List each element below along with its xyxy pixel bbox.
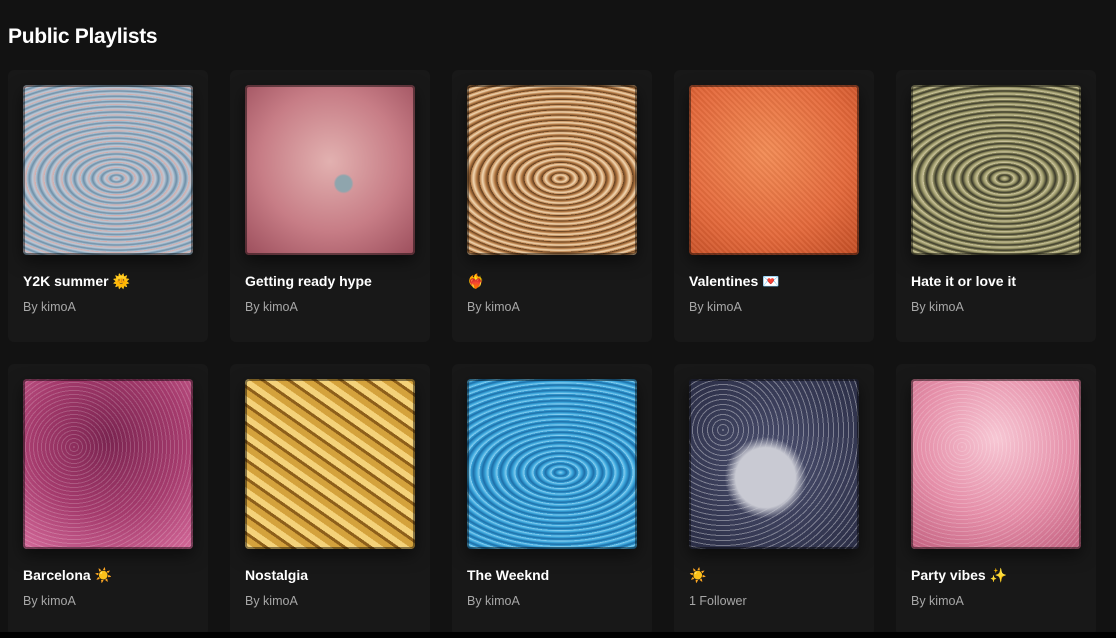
bottom-edge-divider: [0, 632, 1116, 638]
playlist-title[interactable]: The Weeknd: [467, 567, 637, 583]
playlist-title[interactable]: Valentines 💌: [689, 273, 859, 290]
playlist-card[interactable]: Valentines 💌 By kimoA: [674, 70, 874, 342]
playlist-owner: By kimoA: [467, 594, 520, 608]
playlist-card[interactable]: Party vibes ✨ By kimoA: [896, 364, 1096, 636]
playlist-card[interactable]: Hate it or love it By kimoA: [896, 70, 1096, 342]
playlist-cover-image[interactable]: [467, 379, 637, 549]
playlist-cover-image[interactable]: [689, 85, 859, 255]
playlist-cover-image[interactable]: [689, 379, 859, 549]
playlist-owner: By kimoA: [245, 300, 298, 314]
playlist-cover-image[interactable]: [245, 85, 415, 255]
playlist-card[interactable]: ☀️ 1 Follower: [674, 364, 874, 636]
playlist-owner: By kimoA: [911, 300, 964, 314]
playlist-title[interactable]: Barcelona ☀️: [23, 567, 193, 584]
playlist-title[interactable]: Hate it or love it: [911, 273, 1081, 289]
section-title[interactable]: Public Playlists: [8, 25, 158, 49]
playlist-owner: By kimoA: [23, 594, 76, 608]
playlist-card[interactable]: ❤️‍🔥 By kimoA: [452, 70, 652, 342]
playlist-card[interactable]: Barcelona ☀️ By kimoA: [8, 364, 208, 636]
playlist-title[interactable]: ❤️‍🔥: [467, 273, 637, 290]
playlist-cover-image[interactable]: [23, 379, 193, 549]
playlist-owner: By kimoA: [23, 300, 76, 314]
playlist-title[interactable]: Y2K summer 🌞: [23, 273, 193, 290]
playlist-cover-image[interactable]: [911, 85, 1081, 255]
playlist-cover-image[interactable]: [245, 379, 415, 549]
playlist-cover-image[interactable]: [23, 85, 193, 255]
playlist-owner: By kimoA: [245, 594, 298, 608]
playlist-owner: By kimoA: [911, 594, 964, 608]
playlist-follower-count: 1 Follower: [689, 594, 747, 608]
playlist-owner: By kimoA: [689, 300, 742, 314]
playlist-title[interactable]: ☀️: [689, 567, 859, 584]
playlist-grid: Y2K summer 🌞 By kimoA Getting ready hype…: [8, 70, 1096, 636]
playlist-title[interactable]: Getting ready hype: [245, 273, 415, 289]
playlist-owner: By kimoA: [467, 300, 520, 314]
playlist-card[interactable]: Y2K summer 🌞 By kimoA: [8, 70, 208, 342]
playlist-cover-image[interactable]: [467, 85, 637, 255]
playlist-title[interactable]: Party vibes ✨: [911, 567, 1081, 584]
playlist-cover-image[interactable]: [911, 379, 1081, 549]
playlist-card[interactable]: Nostalgia By kimoA: [230, 364, 430, 636]
playlist-card[interactable]: Getting ready hype By kimoA: [230, 70, 430, 342]
playlist-card[interactable]: The Weeknd By kimoA: [452, 364, 652, 636]
playlist-title[interactable]: Nostalgia: [245, 567, 415, 583]
